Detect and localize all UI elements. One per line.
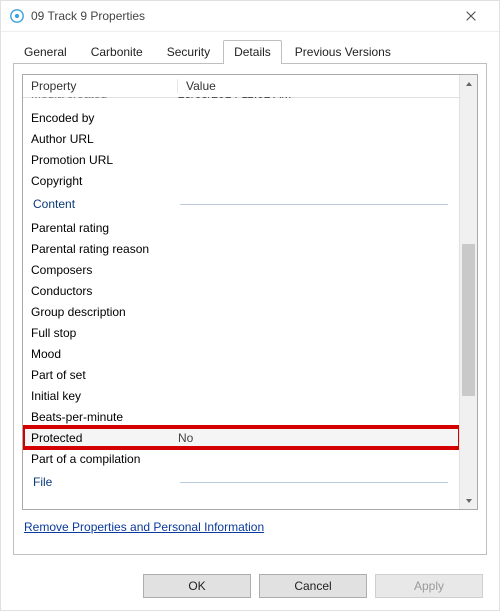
table-row[interactable]: Media created25/05/2014 11:02 AM xyxy=(23,97,460,107)
tab-prevver[interactable]: Previous Versions xyxy=(284,40,402,64)
property-rows: Media created25/05/2014 11:02 AM Encoded … xyxy=(23,97,460,509)
property-name: Part of a compilation xyxy=(31,452,178,466)
tab-strip: GeneralCarboniteSecurityDetailsPrevious … xyxy=(13,40,487,64)
table-row[interactable]: Copyright xyxy=(23,170,460,191)
property-name: Copyright xyxy=(31,174,178,188)
table-row[interactable]: Promotion URL xyxy=(23,149,460,170)
group-label: Content xyxy=(31,193,180,215)
property-name: Group description xyxy=(31,305,178,319)
table-row[interactable]: Mood xyxy=(23,343,460,364)
group-separator xyxy=(180,482,448,483)
window-title: 09 Track 9 Properties xyxy=(31,9,145,23)
property-name: Protected xyxy=(31,431,178,445)
tab-security[interactable]: Security xyxy=(156,40,221,64)
table-row[interactable]: ProtectedNo xyxy=(23,427,460,448)
group-header-content: Content xyxy=(23,191,460,217)
tab-carbonite[interactable]: Carbonite xyxy=(80,40,154,64)
tab-details[interactable]: Details xyxy=(223,40,282,64)
scroll-track[interactable] xyxy=(460,92,477,492)
table-row[interactable]: Part of set xyxy=(23,364,460,385)
table-row[interactable]: Conductors xyxy=(23,280,460,301)
property-name: Part of set xyxy=(31,368,178,382)
app-icon xyxy=(9,8,25,24)
ok-button[interactable]: OK xyxy=(143,574,251,598)
property-name: Full stop xyxy=(31,326,178,340)
cancel-button[interactable]: Cancel xyxy=(259,574,367,598)
property-name: Encoded by xyxy=(31,111,178,125)
vertical-scrollbar[interactable] xyxy=(459,75,477,509)
property-name: Initial key xyxy=(31,389,178,403)
scroll-down-arrow[interactable] xyxy=(460,492,477,509)
property-value: 25/05/2014 11:02 AM xyxy=(178,97,460,101)
property-name: Conductors xyxy=(31,284,178,298)
property-name: Beats-per-minute xyxy=(31,410,178,424)
table-row[interactable]: Group description xyxy=(23,301,460,322)
table-row[interactable]: Part of a compilation xyxy=(23,448,460,469)
dialog-buttons: OK Cancel Apply xyxy=(143,574,483,598)
properties-dialog: 09 Track 9 Properties GeneralCarboniteSe… xyxy=(0,0,500,611)
col-value[interactable]: Value xyxy=(178,79,477,93)
remove-properties-link[interactable]: Remove Properties and Personal Informati… xyxy=(24,520,264,534)
table-row[interactable]: Parental rating reason xyxy=(23,238,460,259)
group-header-clipped: File xyxy=(23,469,460,495)
table-row[interactable]: Full stop xyxy=(23,322,460,343)
scroll-up-arrow[interactable] xyxy=(460,75,477,92)
client-area: GeneralCarboniteSecurityDetailsPrevious … xyxy=(1,32,499,555)
table-row[interactable]: Encoded by xyxy=(23,107,460,128)
property-name: Composers xyxy=(31,263,178,277)
property-name: Parental rating xyxy=(31,221,178,235)
tab-general[interactable]: General xyxy=(13,40,78,64)
property-value: No xyxy=(178,431,460,445)
table-row[interactable]: Initial key xyxy=(23,385,460,406)
table-row[interactable]: Parental rating xyxy=(23,217,460,238)
details-tabpage: Property Value Media created25/05/2014 1… xyxy=(13,63,487,555)
column-headers: Property Value xyxy=(23,75,477,98)
property-name: Parental rating reason xyxy=(31,242,178,256)
group-separator xyxy=(180,204,448,205)
property-list: Property Value Media created25/05/2014 1… xyxy=(22,74,478,510)
property-name: Mood xyxy=(31,347,178,361)
close-button[interactable] xyxy=(451,2,491,30)
group-label: File xyxy=(31,471,180,493)
col-property[interactable]: Property xyxy=(23,79,178,93)
scroll-thumb[interactable] xyxy=(462,244,475,396)
remove-properties-link-row: Remove Properties and Personal Informati… xyxy=(22,520,478,534)
apply-button: Apply xyxy=(375,574,483,598)
table-row[interactable]: Beats-per-minute xyxy=(23,406,460,427)
property-name: Author URL xyxy=(31,132,178,146)
titlebar: 09 Track 9 Properties xyxy=(1,1,499,32)
table-row[interactable]: Author URL xyxy=(23,128,460,149)
property-name: Media created xyxy=(31,97,178,101)
property-name: Promotion URL xyxy=(31,153,178,167)
table-row[interactable]: Composers xyxy=(23,259,460,280)
